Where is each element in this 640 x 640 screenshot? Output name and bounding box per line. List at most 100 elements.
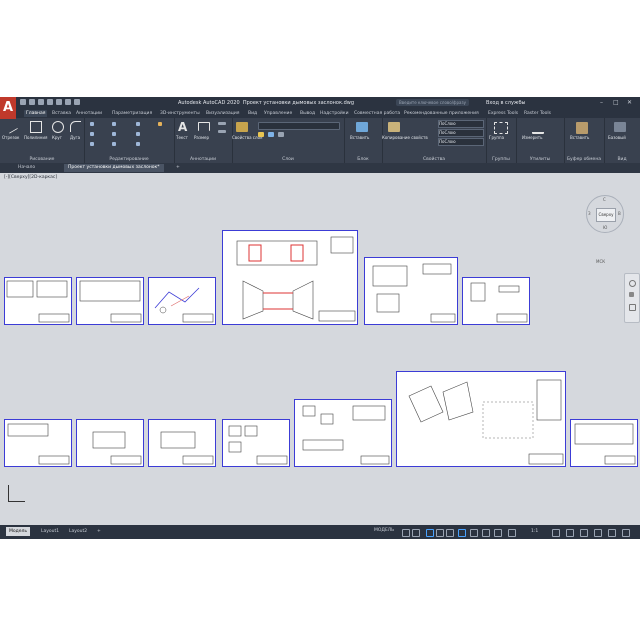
drawing-sheet[interactable] bbox=[462, 277, 530, 325]
layer-dropdown[interactable] bbox=[258, 122, 340, 130]
group-tool[interactable]: Группа bbox=[489, 135, 504, 140]
save-as-icon[interactable] bbox=[47, 99, 53, 105]
polar-icon[interactable] bbox=[436, 529, 444, 537]
viewcube-west[interactable]: З bbox=[588, 211, 591, 216]
tab-annotate[interactable]: Аннотации bbox=[74, 110, 104, 117]
customization-menu-icon[interactable] bbox=[622, 529, 630, 537]
undo-icon[interactable] bbox=[65, 99, 71, 105]
arc-tool[interactable]: Дуга bbox=[70, 135, 80, 140]
tab-layout2[interactable]: Layout2 bbox=[66, 527, 90, 536]
color-dropdown[interactable]: ПоСлою bbox=[438, 120, 484, 128]
sun-icon[interactable] bbox=[268, 132, 274, 137]
maximize-icon[interactable]: □ bbox=[613, 99, 619, 106]
zoom-icon[interactable] bbox=[629, 304, 636, 311]
sign-in-button[interactable]: Вход в службы bbox=[486, 100, 525, 106]
mirror-icon[interactable] bbox=[112, 132, 116, 136]
erase-icon[interactable] bbox=[158, 122, 162, 126]
autocad-logo[interactable]: A bbox=[0, 97, 16, 119]
drawing-sheet[interactable] bbox=[76, 277, 144, 325]
tab-collaborate[interactable]: Совместная работа bbox=[352, 110, 402, 117]
polyline-tool[interactable]: Полилиния bbox=[24, 135, 47, 140]
annotation-visibility-icon[interactable] bbox=[508, 529, 516, 537]
rotate-icon[interactable] bbox=[112, 122, 116, 126]
insert-block-tool[interactable]: Вставить bbox=[350, 135, 369, 140]
tab-start[interactable]: Начало bbox=[14, 164, 39, 172]
units-icon[interactable] bbox=[580, 529, 588, 537]
tab-view[interactable]: Вид bbox=[246, 110, 259, 117]
minimize-icon[interactable]: – bbox=[600, 99, 603, 106]
table-icon[interactable] bbox=[218, 130, 226, 133]
tab-3d-tools[interactable]: 3D-инструменты bbox=[158, 110, 202, 117]
grid-icon[interactable] bbox=[402, 529, 410, 537]
lock-icon[interactable] bbox=[278, 132, 284, 137]
trim-icon[interactable] bbox=[136, 122, 140, 126]
model-space-button[interactable]: МОДЕЛЬ bbox=[374, 528, 394, 533]
fillet-icon[interactable] bbox=[136, 132, 140, 136]
workspace-gear-icon[interactable] bbox=[552, 529, 560, 537]
drawing-sheet[interactable] bbox=[222, 419, 290, 467]
ortho-icon[interactable] bbox=[426, 529, 434, 537]
snap-icon[interactable] bbox=[412, 529, 420, 537]
drawing-sheet[interactable] bbox=[294, 399, 392, 467]
add-layout-icon[interactable]: + bbox=[94, 527, 104, 536]
viewcube[interactable]: С Ю З В Сверху bbox=[586, 195, 624, 233]
object-snap-icon[interactable] bbox=[458, 529, 466, 537]
bulb-icon[interactable] bbox=[258, 132, 264, 137]
tab-home[interactable]: Главная bbox=[24, 110, 48, 117]
tab-model[interactable]: Модель bbox=[6, 527, 31, 536]
lineweight-icon[interactable] bbox=[470, 529, 478, 537]
transparency-icon[interactable] bbox=[482, 529, 490, 537]
search-input[interactable]: Введите ключевое слово/фразу bbox=[396, 99, 469, 106]
text-tool[interactable]: Текст bbox=[176, 135, 188, 140]
selection-cycling-icon[interactable] bbox=[494, 529, 502, 537]
tab-drawing[interactable]: Проект установки дымовых заслонок* bbox=[64, 164, 164, 172]
drawing-canvas[interactable]: [-][Сверху][2D-каркас] С Ю З В Сверху МС… bbox=[0, 173, 640, 525]
array-icon[interactable] bbox=[136, 142, 140, 146]
paste-tool[interactable]: Вставить bbox=[570, 135, 589, 140]
viewcube-south[interactable]: Ю bbox=[603, 225, 607, 230]
viewcube-east[interactable]: В bbox=[618, 211, 621, 216]
drawing-sheet[interactable] bbox=[396, 371, 566, 467]
tab-featured-apps[interactable]: Рекомендованные приложения bbox=[402, 110, 481, 117]
measure-tool[interactable]: Измерить bbox=[522, 135, 542, 140]
scale-icon[interactable] bbox=[112, 142, 116, 146]
tab-raster-tools[interactable]: Raster Tools bbox=[522, 110, 553, 117]
match-properties-tool[interactable]: Копирование свойств bbox=[382, 135, 428, 140]
viewport-controls[interactable]: [-][Сверху][2D-каркас] bbox=[4, 175, 57, 180]
circle-tool[interactable]: Круг bbox=[52, 135, 62, 140]
quick-properties-icon[interactable] bbox=[594, 529, 602, 537]
save-icon[interactable] bbox=[38, 99, 44, 105]
base-view-tool[interactable]: Базовый bbox=[608, 135, 626, 140]
annotation-monitor-icon[interactable] bbox=[566, 529, 574, 537]
tab-manage[interactable]: Управление bbox=[262, 110, 294, 117]
plot-icon[interactable] bbox=[56, 99, 62, 105]
wcs-menu[interactable]: МСК bbox=[596, 259, 605, 264]
redo-icon[interactable] bbox=[74, 99, 80, 105]
leader-icon[interactable] bbox=[218, 122, 226, 125]
copy-icon[interactable] bbox=[90, 132, 94, 136]
drawing-sheet[interactable] bbox=[76, 419, 144, 467]
viewcube-top-face[interactable]: Сверху bbox=[596, 208, 616, 222]
tab-insert[interactable]: Вставка bbox=[50, 110, 73, 117]
drawing-sheet[interactable] bbox=[364, 257, 458, 325]
drawing-sheet[interactable] bbox=[222, 230, 358, 325]
close-icon[interactable]: ✕ bbox=[627, 99, 632, 106]
lineweight-dropdown[interactable]: ПоСлою bbox=[438, 129, 484, 137]
linetype-dropdown[interactable]: ПоСлою bbox=[438, 138, 484, 146]
tab-addins[interactable]: Надстройки bbox=[318, 110, 351, 117]
viewcube-north[interactable]: С bbox=[603, 197, 606, 202]
open-icon[interactable] bbox=[29, 99, 35, 105]
new-tab-icon[interactable]: + bbox=[172, 164, 184, 172]
move-icon[interactable] bbox=[90, 122, 94, 126]
drawing-sheet[interactable] bbox=[4, 419, 72, 467]
tab-output[interactable]: Вывод bbox=[298, 110, 317, 117]
tab-layout1[interactable]: Layout1 bbox=[38, 527, 62, 536]
drawing-sheet[interactable] bbox=[148, 419, 216, 467]
steering-wheel-icon[interactable] bbox=[629, 280, 636, 287]
pan-icon[interactable] bbox=[629, 292, 634, 297]
new-icon[interactable] bbox=[20, 99, 26, 105]
stretch-icon[interactable] bbox=[90, 142, 94, 146]
isolate-objects-icon[interactable] bbox=[608, 529, 616, 537]
dimension-tool[interactable]: Размер bbox=[194, 135, 209, 140]
isodraft-icon[interactable] bbox=[446, 529, 454, 537]
